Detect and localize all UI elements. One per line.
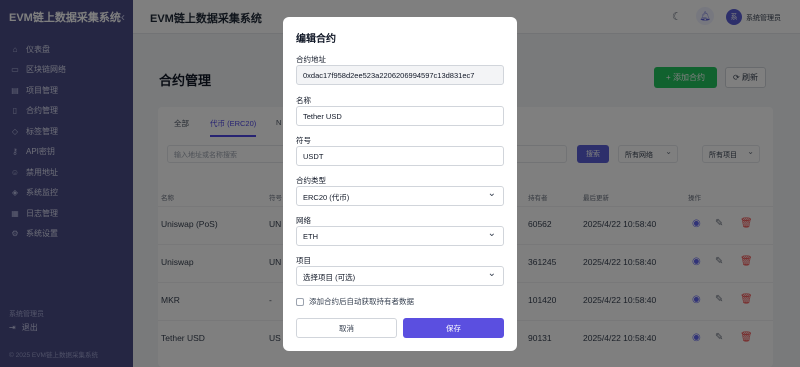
cancel-button[interactable]: 取消 xyxy=(296,318,397,338)
save-button[interactable]: 保存 xyxy=(403,318,504,338)
contract-type-select[interactable]: ERC20 (代币) xyxy=(296,186,504,206)
symbol-label: 符号 xyxy=(296,136,311,145)
auto-fetch-label: 添加合约后自动获取持有者数据 xyxy=(309,297,414,306)
contract-type-label: 合约类型 xyxy=(296,176,326,185)
contract-address-label: 合约地址 xyxy=(296,55,326,64)
project-label: 项目 xyxy=(296,256,311,265)
contract-address-field: 0xdac17f958d2ee523a2206206994597c13d831e… xyxy=(296,65,504,85)
name-label: 名称 xyxy=(296,96,311,105)
auto-fetch-checkbox-row[interactable]: 添加合约后自动获取持有者数据 xyxy=(296,296,414,307)
name-field[interactable]: Tether USD xyxy=(296,106,504,126)
edit-contract-dialog: 编辑合约 合约地址 0xdac17f958d2ee523a22062069945… xyxy=(283,17,517,351)
auto-fetch-checkbox[interactable] xyxy=(296,297,304,306)
symbol-field[interactable]: USDT xyxy=(296,146,504,166)
network-select[interactable]: ETH xyxy=(296,226,504,246)
network-label: 网络 xyxy=(296,216,311,225)
dialog-title: 编辑合约 xyxy=(296,34,336,45)
project-select[interactable]: 选择项目 (可选) xyxy=(296,266,504,286)
